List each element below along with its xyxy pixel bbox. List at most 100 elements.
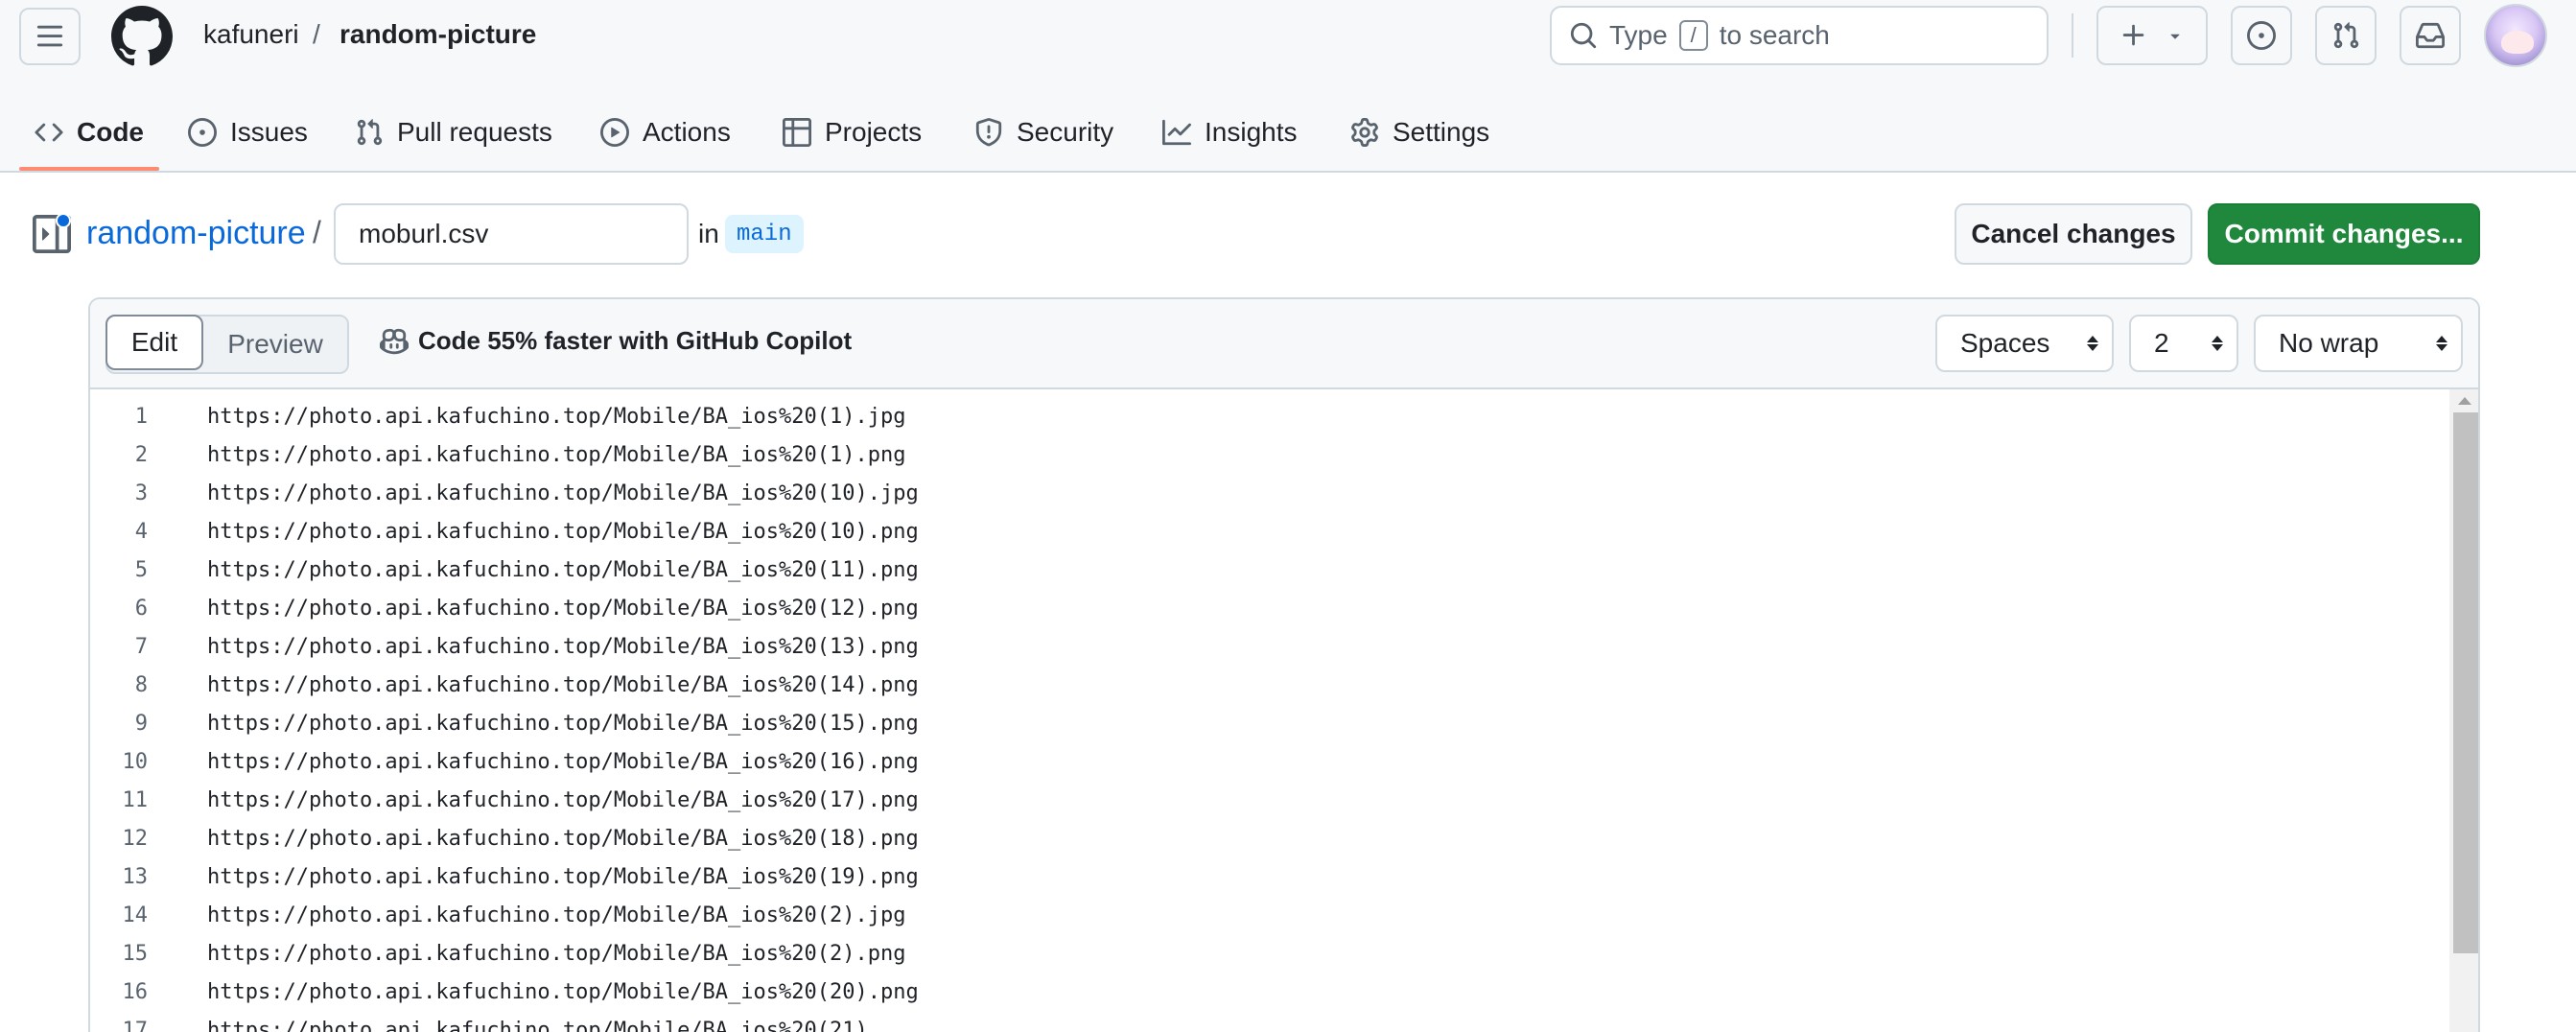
hamburger-icon [36, 25, 63, 47]
code-line[interactable]: 2 https://photo.api.kafuchino.top/Mobile/… [90, 435, 2392, 474]
line-text: https://photo.api.kafuchino.top/Mobile/B… [207, 1018, 906, 1032]
code-line[interactable]: 3 https://photo.api.kafuchino.top/Mobile/… [90, 474, 2392, 512]
tab-actions[interactable]: Actions [600, 109, 731, 155]
code-line[interactable]: 6 https://photo.api.kafuchino.top/Mobile/… [90, 589, 2392, 627]
active-tab-indicator [19, 167, 159, 171]
line-text: https://photo.api.kafuchino.top/Mobile/B… [207, 596, 919, 621]
code-line[interactable]: 11 https://photo.api.kafuchino.top/Mobile… [90, 781, 2392, 819]
tab-pull-requests-label: Pull requests [397, 117, 552, 147]
wrap-mode-select[interactable]: No wrap [2254, 315, 2463, 372]
line-number: 13 [122, 864, 149, 889]
indent-mode-value: Spaces [1960, 328, 2050, 358]
line-number: 5 [134, 557, 148, 582]
edit-tab[interactable]: Edit [105, 315, 203, 370]
tab-settings-label: Settings [1393, 117, 1490, 147]
github-logo-icon[interactable] [111, 6, 173, 67]
code-line[interactable]: 14 https://photo.api.kafuchino.top/Mobile… [90, 896, 2392, 934]
git-pull-request-icon [2333, 22, 2359, 49]
copilot-promo[interactable]: Code 55% faster with GitHub Copilot [380, 326, 852, 356]
line-text: https://photo.api.kafuchino.top/Mobile/B… [207, 404, 906, 429]
code-editor: Edit Preview Code 55% faster with GitHub… [88, 297, 2480, 1032]
line-text: https://photo.api.kafuchino.top/Mobile/B… [207, 711, 919, 736]
code-line[interactable]: 12 https://photo.api.kafuchino.top/Mobile… [90, 819, 2392, 857]
search-shortcut-key: / [1678, 20, 1708, 51]
line-number: 4 [134, 519, 148, 544]
shield-icon [975, 118, 1002, 147]
filename-input[interactable] [334, 203, 689, 265]
tab-code[interactable]: Code [35, 109, 144, 155]
code-line[interactable]: 5 https://photo.api.kafuchino.top/Mobile/… [90, 551, 2392, 589]
line-text: https://photo.api.kafuchino.top/Mobile/B… [207, 634, 919, 659]
line-text: https://photo.api.kafuchino.top/Mobile/B… [207, 787, 919, 812]
line-number: 6 [134, 596, 148, 621]
line-text: https://photo.api.kafuchino.top/Mobile/B… [207, 557, 919, 582]
code-content[interactable]: 1 https://photo.api.kafuchino.top/Mobile/… [90, 389, 2478, 1032]
line-number: 9 [134, 711, 148, 736]
your-pull-requests-button[interactable] [2315, 6, 2377, 65]
line-number: 3 [134, 481, 148, 505]
repo-nav-tabs: Code Issues Pull requests Actions Projec… [0, 92, 2576, 173]
branch-badge: main [725, 215, 804, 253]
copilot-promo-text: Code 55% faster with GitHub Copilot [418, 326, 853, 355]
code-line[interactable]: 9 https://photo.api.kafuchino.top/Mobile/… [90, 704, 2392, 742]
line-number: 7 [134, 634, 148, 659]
tab-issues-label: Issues [230, 117, 308, 147]
preview-tab[interactable]: Preview [203, 317, 347, 372]
path-separator: / [313, 19, 320, 49]
line-text: https://photo.api.kafuchino.top/Mobile/B… [207, 481, 919, 505]
indent-size-select[interactable]: 2 [2129, 315, 2238, 372]
line-number: 11 [122, 787, 149, 812]
code-line[interactable]: 17 https://photo.api.kafuchino.top/Mobile… [90, 1011, 2392, 1032]
table-icon [783, 118, 811, 147]
tab-pull-requests[interactable]: Pull requests [355, 109, 552, 155]
line-number: 8 [134, 672, 148, 697]
tab-insights[interactable]: Insights [1162, 109, 1298, 155]
play-icon [600, 118, 629, 147]
tab-projects[interactable]: Projects [783, 109, 922, 155]
notifications-button[interactable] [2400, 6, 2461, 65]
line-number: 14 [122, 903, 149, 927]
tab-settings[interactable]: Settings [1350, 109, 1489, 155]
breadcrumb-repo-link[interactable]: random-picture [86, 215, 306, 252]
line-number: 2 [134, 442, 148, 467]
owner-link[interactable]: kafuneri [203, 19, 299, 50]
indent-mode-select[interactable]: Spaces [1935, 315, 2114, 372]
tab-issues[interactable]: Issues [188, 109, 308, 155]
tab-security[interactable]: Security [974, 109, 1113, 155]
breadcrumb-separator: / [313, 215, 321, 249]
in-label: in [698, 219, 719, 248]
edit-preview-toggle: Edit Preview [105, 315, 349, 374]
editor-scrollbar[interactable] [2449, 389, 2478, 1032]
code-line[interactable]: 15 https://photo.api.kafuchino.top/Mobile… [90, 934, 2392, 973]
tab-actions-label: Actions [643, 117, 731, 147]
create-new-button[interactable] [2096, 6, 2208, 65]
line-number: 1 [134, 404, 148, 429]
code-line[interactable]: 8 https://photo.api.kafuchino.top/Mobile/… [90, 666, 2392, 704]
cancel-changes-button[interactable]: Cancel changes [1955, 203, 2192, 265]
search-input[interactable]: Type / to search [1550, 6, 2049, 65]
line-number: 17 [122, 1018, 149, 1032]
search-suffix: to search [1719, 20, 1830, 50]
line-text: https://photo.api.kafuchino.top/Mobile/B… [207, 826, 919, 851]
commit-changes-button[interactable]: Commit changes... [2208, 203, 2480, 265]
code-line[interactable]: 4 https://photo.api.kafuchino.top/Mobile/… [90, 512, 2392, 551]
repo-name-link[interactable]: random-picture [340, 19, 536, 50]
code-line[interactable]: 10 https://photo.api.kafuchino.top/Mobile… [90, 742, 2392, 781]
line-number: 15 [122, 941, 149, 966]
app-header: kafuneri / random-picture Type / to sear… [0, 0, 2576, 173]
inbox-icon [2416, 22, 2445, 49]
line-text: https://photo.api.kafuchino.top/Mobile/B… [207, 941, 906, 966]
menu-button[interactable] [19, 8, 81, 65]
code-line[interactable]: 13 https://photo.api.kafuchino.top/Mobile… [90, 857, 2392, 896]
code-line[interactable]: 16 https://photo.api.kafuchino.top/Mobile… [90, 973, 2392, 1011]
graph-icon [1162, 119, 1191, 146]
avatar[interactable] [2484, 4, 2547, 67]
your-issues-button[interactable] [2231, 6, 2292, 65]
scroll-up-arrow-icon[interactable] [2458, 397, 2471, 405]
code-icon [35, 123, 63, 142]
scrollbar-thumb[interactable] [2453, 412, 2478, 953]
code-line[interactable]: 7 https://photo.api.kafuchino.top/Mobile/… [90, 627, 2392, 666]
line-text: https://photo.api.kafuchino.top/Mobile/B… [207, 442, 906, 467]
git-pull-request-icon [357, 119, 383, 146]
code-line[interactable]: 1 https://photo.api.kafuchino.top/Mobile/… [90, 397, 2392, 435]
